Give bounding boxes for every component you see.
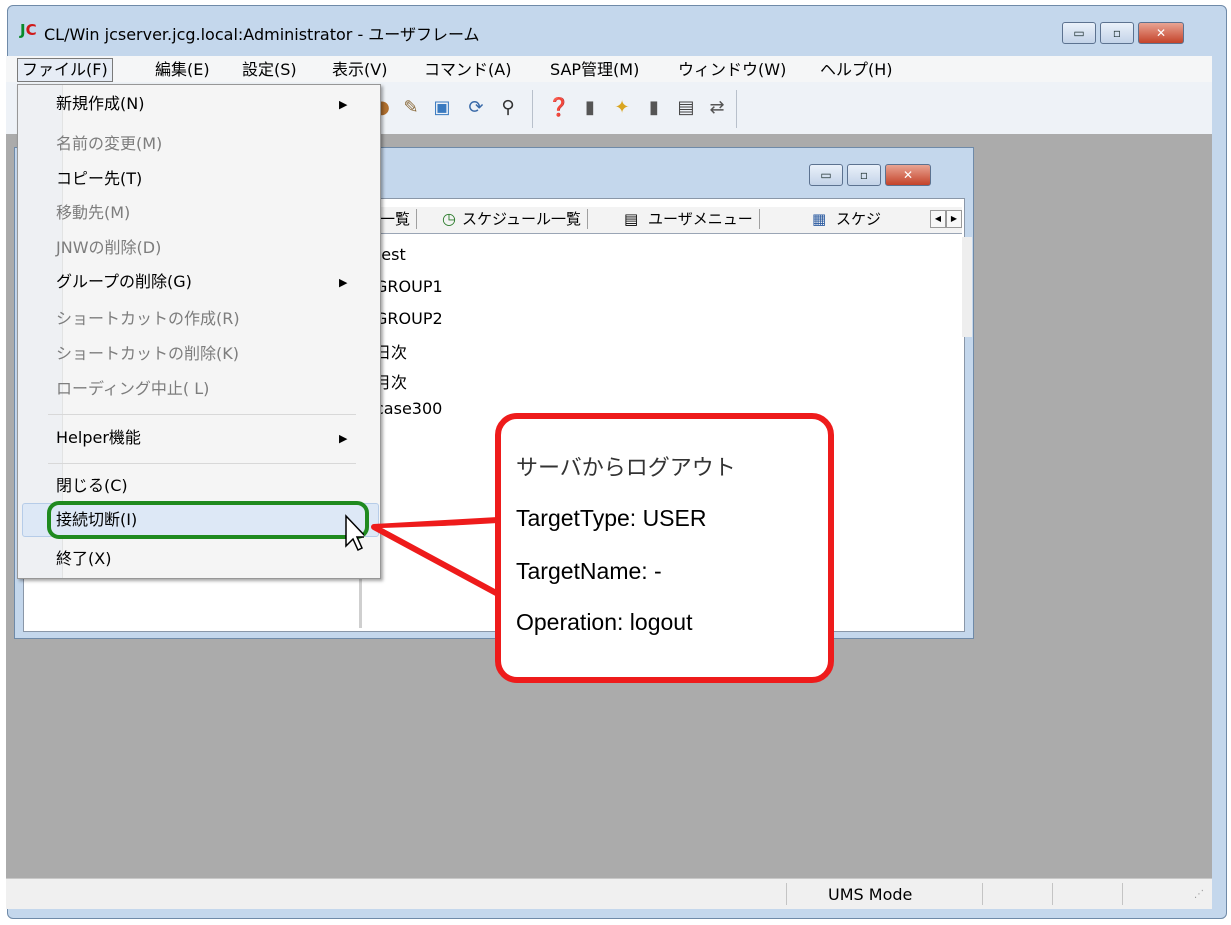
toolbar-separator (532, 90, 533, 128)
tab-scroll-right-icon[interactable]: ▶ (946, 210, 962, 228)
title-bar[interactable]: JC CL/Win jcserver.jcg.local:Administrat… (8, 6, 1226, 46)
tab-list[interactable]: 一覧 (380, 209, 418, 229)
menu-item-rename[interactable]: 名前の変更(M) (56, 130, 162, 158)
document-stack-icon[interactable]: ▮ (642, 96, 666, 120)
tree-item-label: case300 (375, 399, 443, 418)
tab-user-menu[interactable]: ユーザメニュー (648, 209, 760, 229)
find-icon[interactable]: ⚲ (496, 96, 520, 120)
document-icon[interactable]: ▮ (578, 96, 602, 120)
menu-edit[interactable]: 編集(E) (151, 59, 214, 81)
menu-window[interactable]: ウィンドウ(W) (674, 59, 790, 81)
menu-item-close[interactable]: 閉じる(C) (56, 472, 128, 500)
new-document-icon[interactable]: ✦ (610, 96, 634, 120)
tab-schedule-list[interactable]: スケジュール一覧 (462, 209, 588, 229)
close-icon: ✕ (902, 168, 914, 182)
scrollbar[interactable] (962, 237, 972, 337)
toolbar-separator (736, 90, 737, 128)
child-minimize-button[interactable]: ▭ (809, 164, 843, 186)
transfer-icon[interactable]: ⇄ (705, 96, 729, 120)
status-bar: UMS Mode ⋰ (6, 878, 1212, 909)
submenu-arrow-icon: ▶ (339, 432, 348, 445)
minimize-button[interactable]: ▭ (1062, 22, 1096, 44)
callout-target-name: TargetName: - (516, 558, 662, 584)
tab-strip: 一覧 ◷ スケジュール一覧 ▤ ユーザメニュー ▦ スケジ ◀ ▶ (362, 207, 962, 234)
menu-settings[interactable]: 設定(S) (238, 59, 301, 81)
menu-bar: ファイル(F) 編集(E) 設定(S) 表示(V) コマンド(A) SAP管理(… (6, 56, 1212, 82)
menu-help[interactable]: ヘルプ(H) (816, 59, 897, 81)
menu-sap[interactable]: SAP管理(M) (546, 59, 643, 81)
menu-item-exit[interactable]: 終了(X) (56, 545, 111, 573)
close-icon: ✕ (1155, 26, 1167, 40)
callout-target-type: TargetType: USER (516, 505, 707, 531)
resize-grip-icon[interactable]: ⋰ (1194, 889, 1204, 900)
callout-pointer (371, 517, 502, 597)
status-divider (1052, 883, 1053, 905)
child-maximize-button[interactable]: ▫ (847, 164, 881, 186)
menu-item-stop-loading[interactable]: ローディング中止( L) (56, 375, 209, 403)
tools-icon[interactable]: ✎ (399, 96, 423, 120)
window-title: CL/Win jcserver.jcg.local:Administrator … (44, 25, 480, 44)
tab-scroll-left-icon[interactable]: ◀ (930, 210, 946, 228)
menu-separator (48, 414, 356, 415)
minimize-icon: ▭ (820, 168, 832, 182)
tab-schedule-calendar[interactable]: スケジ (836, 209, 887, 229)
job-icon[interactable]: ▤ (674, 96, 698, 120)
menu-item-new[interactable]: 新規作成(N) (56, 90, 144, 118)
status-mode: UMS Mode (828, 885, 913, 904)
minimize-icon: ▭ (1073, 26, 1085, 40)
highlight-box (47, 501, 369, 539)
folder-sync-icon[interactable]: ▣ (430, 96, 454, 120)
maximize-button[interactable]: ▫ (1100, 22, 1134, 44)
status-divider (1122, 883, 1123, 905)
maximize-icon: ▫ (1112, 26, 1122, 40)
callout-operation: Operation: logout (516, 609, 693, 635)
menu-item-helper[interactable]: Helper機能 (56, 424, 141, 452)
submenu-arrow-icon: ▶ (339, 98, 348, 111)
callout-title: サーバからログアウト (516, 456, 736, 481)
maximize-icon: ▫ (859, 168, 869, 182)
close-button[interactable]: ✕ (1138, 22, 1184, 44)
menu-item-delete-group[interactable]: グループの削除(G) (56, 268, 192, 296)
status-divider (786, 883, 787, 905)
tree-item-label: GROUP1 (375, 277, 443, 296)
tree-item-label: GROUP2 (375, 309, 443, 328)
status-divider (982, 883, 983, 905)
refresh-icon[interactable]: ⟳ (464, 96, 488, 120)
submenu-arrow-icon: ▶ (339, 276, 348, 289)
menu-file[interactable]: ファイル(F) (17, 58, 113, 82)
calendar-icon: ▦ (812, 210, 827, 228)
menu-item-delete-shortcut[interactable]: ショートカットの削除(K) (56, 340, 239, 368)
menu-item-delete-jnw[interactable]: JNWの削除(D) (56, 234, 161, 262)
app-logo: JC (20, 21, 37, 39)
menu-view[interactable]: 表示(V) (328, 59, 391, 81)
clock-icon: ◷ (442, 209, 456, 228)
menu-separator (48, 463, 356, 464)
user-menu-icon: ▤ (624, 210, 639, 228)
child-close-button[interactable]: ✕ (885, 164, 931, 186)
mouse-pointer-icon (345, 514, 364, 552)
help-icon[interactable]: ❓ (547, 96, 571, 120)
menu-item-move-to[interactable]: 移動先(M) (56, 199, 130, 227)
menu-item-create-shortcut[interactable]: ショートカットの作成(R) (56, 305, 240, 333)
menu-command[interactable]: コマンド(A) (420, 59, 515, 81)
menu-item-copy-to[interactable]: コピー先(T) (56, 165, 142, 193)
